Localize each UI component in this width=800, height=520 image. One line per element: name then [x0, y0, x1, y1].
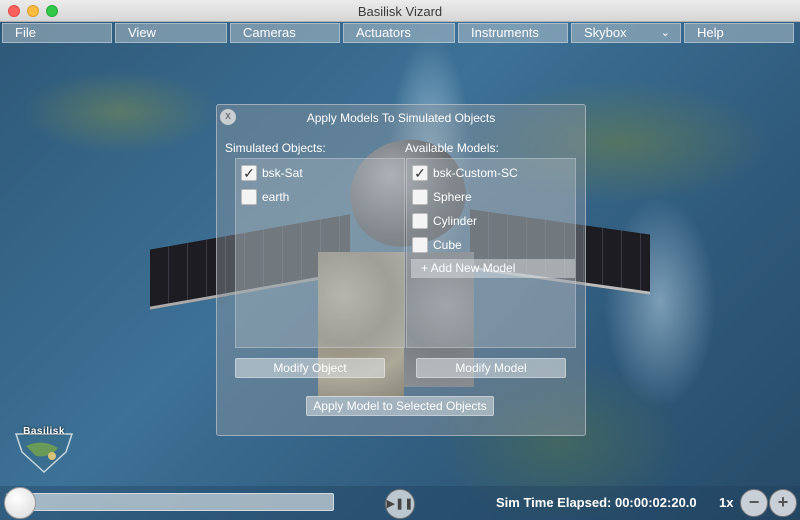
list-item[interactable]: Cylinder	[412, 211, 477, 231]
menu-cameras[interactable]: Cameras	[230, 23, 340, 43]
play-pause-icon[interactable]: ▶❚❚	[385, 489, 415, 519]
list-item[interactable]: Sphere	[412, 187, 472, 207]
checkbox[interactable]	[241, 189, 257, 205]
apply-models-dialog: x Apply Models To Simulated Objects Simu…	[216, 104, 586, 436]
menu-skybox[interactable]: Skybox ⌄	[571, 23, 681, 43]
menu-skybox-label: Skybox	[584, 25, 627, 40]
playback-bar: ▶❚❚ Sim Time Elapsed: 00:00:02:20.0 1x −…	[0, 486, 800, 520]
modify-model-button[interactable]: Modify Model	[416, 358, 566, 378]
increase-speed-button[interactable]: +	[769, 489, 797, 517]
window-title: Basilisk Vizard	[357, 4, 443, 19]
menu-bar: File View Cameras Actuators Instruments …	[0, 22, 800, 44]
list-item[interactable]: Cube	[412, 235, 462, 255]
decrease-speed-button[interactable]: −	[740, 489, 768, 517]
checkbox[interactable]	[412, 237, 428, 253]
simulated-objects-list[interactable]: ✓ bsk-Sat earth	[235, 158, 405, 348]
menu-instruments[interactable]: Instruments	[458, 23, 568, 43]
menu-actuators[interactable]: Actuators	[343, 23, 455, 43]
timeline-slider-handle[interactable]	[4, 487, 36, 519]
available-models-label: Available Models:	[405, 141, 499, 155]
basilisk-logo: Basilisk	[14, 426, 74, 476]
simulated-objects-label: Simulated Objects:	[225, 141, 326, 155]
logo-text: Basilisk	[23, 426, 65, 437]
checkbox-checked[interactable]: ✓	[412, 165, 428, 181]
add-new-model-button[interactable]: + Add New Model	[411, 259, 575, 278]
list-item-label: Sphere	[433, 190, 472, 204]
menu-view[interactable]: View	[115, 23, 227, 43]
list-item-label: earth	[262, 190, 290, 204]
sim-time-elapsed: Sim Time Elapsed: 00:00:02:20.0	[496, 495, 697, 510]
list-item-label: Cylinder	[433, 214, 478, 228]
timeline-slider[interactable]	[6, 493, 334, 511]
list-item[interactable]: earth	[241, 187, 289, 207]
list-item-label: Cube	[433, 238, 462, 252]
apply-model-button[interactable]: Apply Model to Selected Objects	[306, 396, 494, 416]
chevron-down-icon: ⌄	[660, 27, 670, 39]
checkbox-checked[interactable]: ✓	[241, 165, 257, 181]
playback-speed: 1x	[719, 495, 734, 510]
list-item[interactable]: ✓ bsk-Sat	[241, 163, 303, 183]
modify-object-button[interactable]: Modify Object	[235, 358, 385, 378]
checkbox[interactable]	[412, 189, 428, 205]
title-bar: Basilisk Vizard	[0, 0, 800, 22]
dialog-title: Apply Models To Simulated Objects	[306, 111, 496, 125]
list-item[interactable]: ✓ bsk-Custom-SC	[412, 163, 518, 183]
list-item-label: bsk-Sat	[262, 166, 303, 180]
checkbox[interactable]	[412, 213, 428, 229]
list-item-label: bsk-Custom-SC	[433, 166, 518, 180]
available-models-list[interactable]: ✓ bsk-Custom-SC Sphere Cylinder Cube + A…	[406, 158, 576, 348]
menu-help[interactable]: Help	[684, 23, 794, 43]
menu-file[interactable]: File	[2, 23, 112, 43]
